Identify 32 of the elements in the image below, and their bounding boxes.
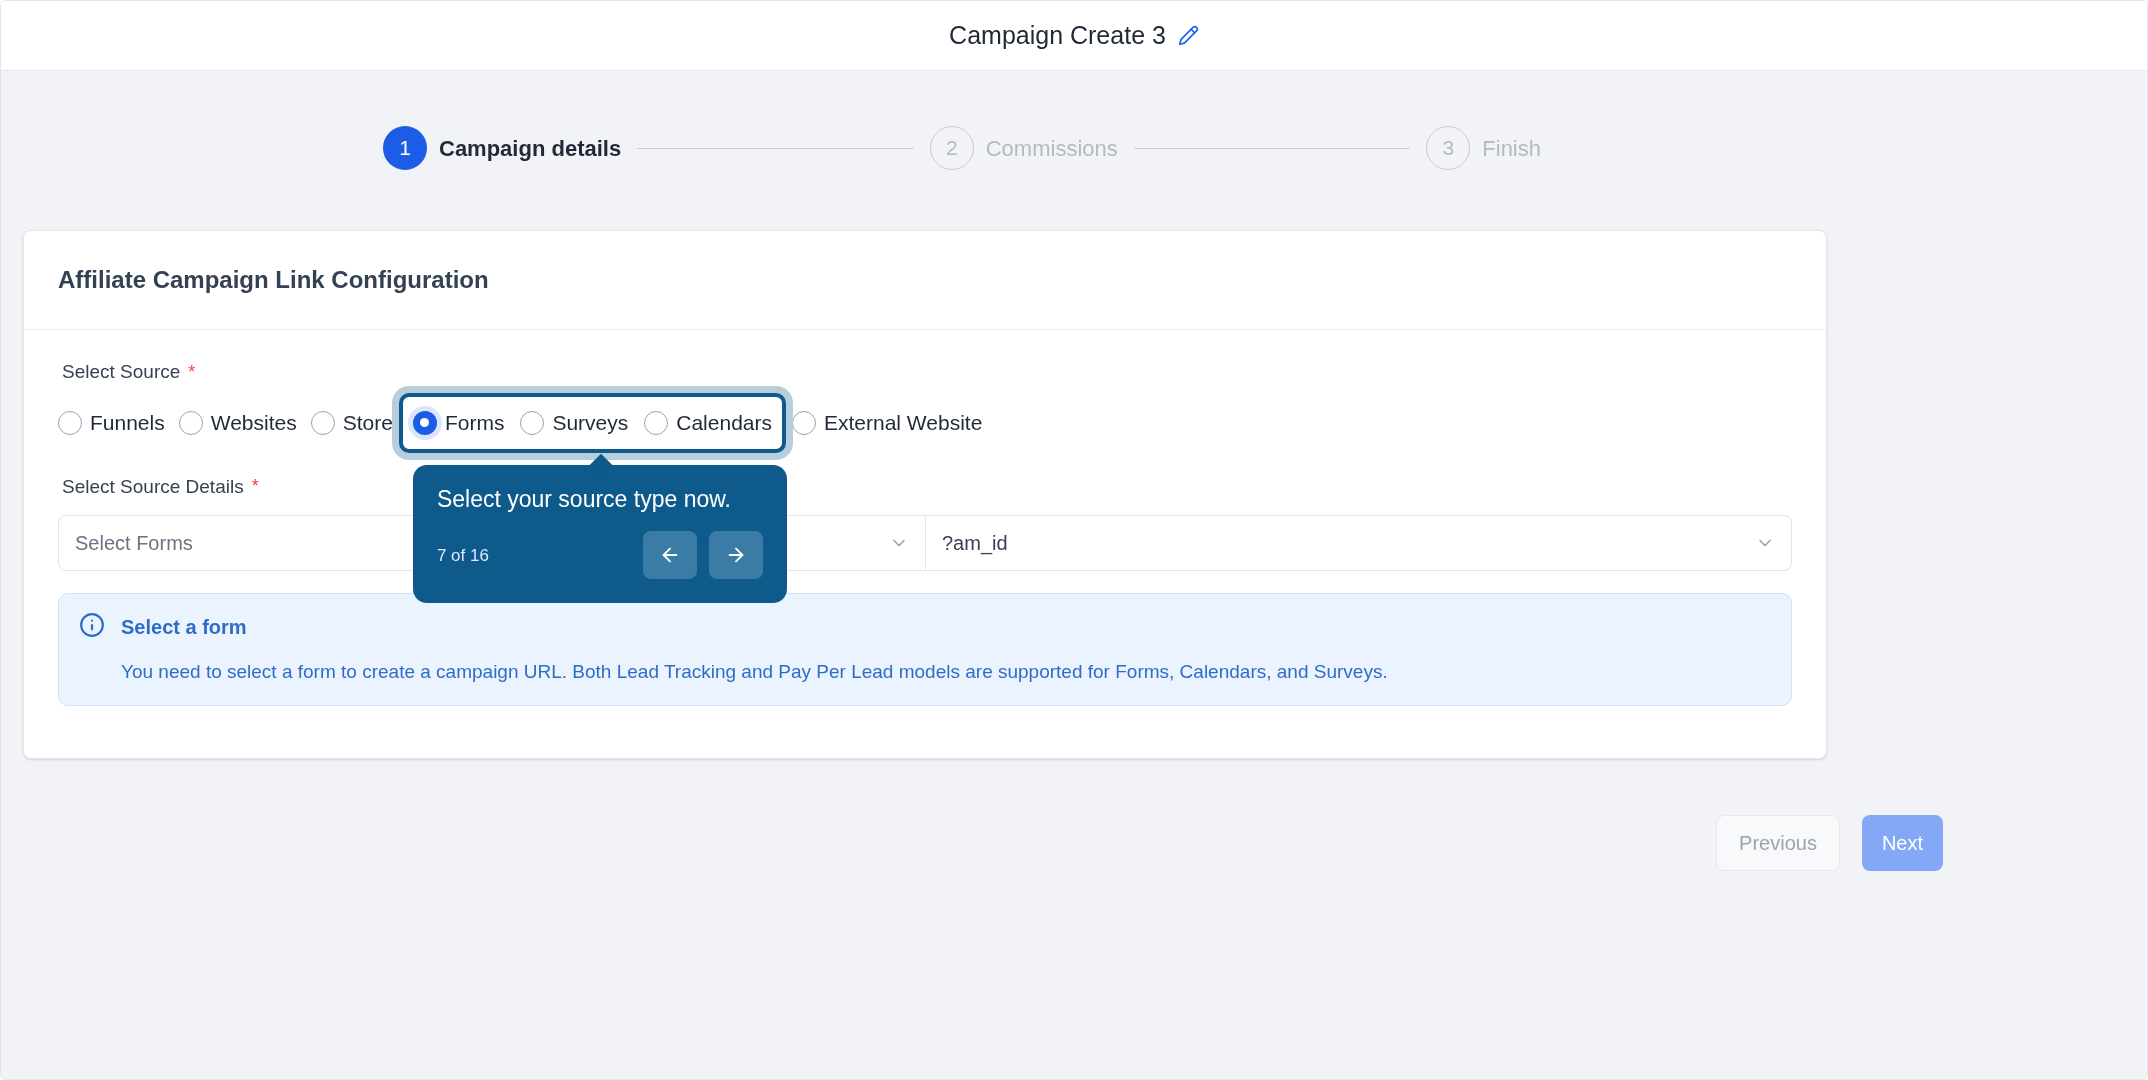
page-title: Campaign Create 3 bbox=[949, 19, 1166, 51]
next-tour-button[interactable] bbox=[708, 531, 763, 580]
field-label: Select Source Details bbox=[62, 474, 244, 499]
parameter-select[interactable]: ?am_id bbox=[926, 515, 1792, 571]
radio-label: Store bbox=[342, 409, 393, 436]
step-number: 1 bbox=[383, 126, 427, 170]
radio-button[interactable] bbox=[520, 410, 545, 435]
step-label: Campaign details bbox=[439, 134, 622, 163]
radio-label: External Website bbox=[824, 409, 983, 436]
required-mark: * bbox=[251, 475, 259, 499]
radio-label: Funnels bbox=[90, 409, 165, 436]
card-title: Affiliate Campaign Link Configuration bbox=[58, 265, 489, 295]
required-mark: * bbox=[188, 360, 196, 384]
previous-tour-button[interactable] bbox=[642, 531, 697, 580]
radio-button[interactable] bbox=[58, 410, 82, 435]
info-icon bbox=[79, 612, 105, 638]
field-label: Select Source bbox=[62, 360, 181, 384]
step-counter: 7 of 16 bbox=[436, 544, 489, 567]
radio-button[interactable] bbox=[310, 410, 335, 435]
radio-label: Websites bbox=[210, 409, 297, 436]
radio-label: Surveys bbox=[552, 409, 629, 436]
step-label: Finish bbox=[1482, 134, 1541, 163]
radio-button[interactable] bbox=[178, 410, 203, 435]
alert-title: Select a form bbox=[121, 615, 248, 640]
radio-label: Forms bbox=[444, 409, 505, 436]
edit-icon[interactable] bbox=[1177, 25, 1199, 46]
step-label: Commissions bbox=[985, 134, 1118, 163]
radio-button[interactable] bbox=[644, 410, 669, 435]
radio-label: Calendars bbox=[676, 409, 772, 436]
tooltip-text: Select your source type now. bbox=[436, 484, 732, 514]
alert-text: You need to select a form to create a campaign URL. Both Lead Tracking and Pay Per Lead models are supported for Forms, Calendars, and Surveys. bbox=[121, 660, 1388, 684]
radio-button[interactable] bbox=[792, 410, 816, 435]
